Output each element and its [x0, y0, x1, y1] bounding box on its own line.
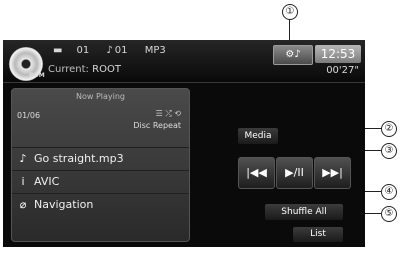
track-count: 01/06 [17, 111, 41, 120]
folder-icon: ▬ [53, 45, 63, 56]
list-button[interactable]: List [293, 227, 343, 242]
music-note-icon: ♪ [106, 45, 113, 56]
now-playing-title: Now Playing [75, 92, 126, 101]
now-playing-panel: Now Playing 01/06 ☰ ⤮ ⟲ Disc Repeat ♪ Go … [11, 88, 190, 242]
media-button[interactable]: Media [238, 128, 278, 144]
album-row: ⌀ Navigation [12, 193, 189, 216]
play-mode-icons: ☰ ⤮ ⟲ [155, 109, 181, 118]
file-format: MP3 [144, 45, 166, 56]
callout-3: ③ [381, 143, 397, 159]
album-name: Navigation [34, 198, 94, 211]
song-row: ♪ Go straight.mp3 [12, 147, 189, 170]
callout-5: ⑤ [381, 206, 397, 222]
track-info: ▬ 01 ♪ 01 MP3 [53, 45, 180, 56]
settings-button[interactable]: ⚙♪ [273, 45, 313, 65]
shuffle-all-button[interactable]: Shuffle All [265, 204, 343, 220]
album-icon: ⌀ [19, 198, 27, 211]
artist-name: AVIC [34, 175, 60, 188]
callout-4: ④ [381, 184, 397, 200]
skip-next-icon: ▶▶| [322, 166, 343, 179]
settings-icon: ⚙♪ [285, 49, 301, 60]
media-player-screen: ROM ▬ 01 ♪ 01 MP3 Current: ROOT ⚙♪ 12:53 0… [3, 40, 365, 247]
play-pause-button[interactable]: ▶/II [276, 157, 313, 189]
current-folder: Current: ROOT [48, 64, 121, 75]
play-pause-icon: ▶/II [285, 166, 304, 179]
folder-number: 01 [76, 45, 90, 56]
artist-row: i AVIC [12, 170, 189, 193]
song-title: Go straight.mp3 [34, 152, 124, 165]
callout-1: ① [282, 4, 298, 20]
music-note-icon: ♪ [19, 152, 27, 165]
previous-track-button[interactable]: |◀◀ [238, 157, 275, 189]
status-bar: ROM ▬ 01 ♪ 01 MP3 Current: ROOT ⚙♪ 12:53 0… [3, 40, 365, 83]
current-value: ROOT [92, 64, 121, 75]
callout-2: ② [381, 121, 397, 137]
clock: 12:53 [315, 45, 361, 63]
elapsed-time: 00'27" [326, 65, 359, 76]
track-number: 01 [114, 45, 128, 56]
skip-previous-icon: |◀◀ [246, 166, 267, 179]
artist-icon: i [21, 175, 25, 188]
current-label: Current: [48, 64, 89, 75]
repeat-mode: Disc Repeat [133, 121, 181, 130]
next-track-button[interactable]: ▶▶| [314, 157, 351, 189]
disc-type-label: ROM [29, 72, 45, 79]
